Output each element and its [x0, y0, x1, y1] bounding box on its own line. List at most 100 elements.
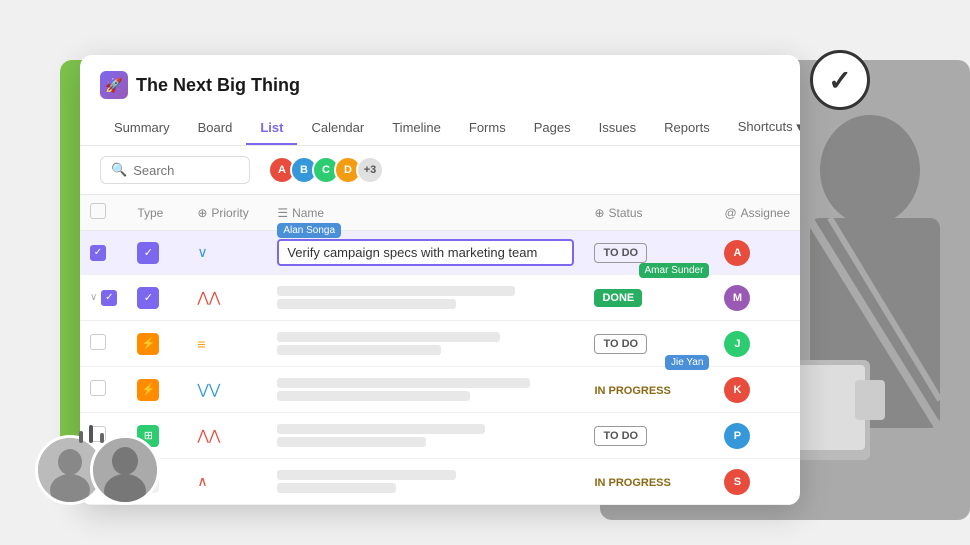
row-type: ✓	[127, 275, 187, 321]
tab-pages[interactable]: Pages	[520, 112, 585, 145]
row-name[interactable]	[267, 275, 584, 321]
name-placeholder	[277, 332, 500, 342]
row-name[interactable]	[267, 459, 584, 505]
table-row: ∨ ✓ ⋀⋀ Amar S	[80, 275, 800, 321]
status-badge-todo[interactable]: TO DO	[594, 426, 647, 446]
row-checkbox[interactable]	[80, 367, 127, 413]
tooltip-alan: Alan Songa	[277, 223, 341, 238]
col-header-status[interactable]: ⊕ Status	[584, 195, 714, 231]
row-name[interactable]: Alan Songa Verify campaign specs with ma…	[267, 231, 584, 275]
priority-icon-down: ∨	[197, 244, 207, 260]
row-checkbox[interactable]	[80, 321, 127, 367]
col-header-checkbox	[80, 195, 127, 231]
tab-reports[interactable]: Reports	[650, 112, 724, 145]
type-icon-task: ✓	[137, 242, 159, 264]
priority-icon-up-double: ⋀⋀	[197, 427, 220, 443]
row-priority: ⋀⋀	[187, 275, 267, 321]
row-name[interactable]	[267, 413, 584, 459]
assignee-avatar-4: K	[724, 377, 750, 403]
row-assignee: M	[714, 275, 800, 321]
app-icon: 🚀	[100, 71, 128, 99]
priority-icon-up: ∧	[197, 473, 207, 489]
name-placeholder	[277, 483, 396, 493]
row-name[interactable]	[267, 367, 584, 413]
task-table: Type ⊕ Priority ☰ Name ⊕ Status @ Assign…	[80, 195, 800, 505]
search-icon: 🔍	[111, 162, 127, 178]
table-row: > ∧ IN PROGRESS	[80, 459, 800, 505]
task-name-input[interactable]: Verify campaign specs with marketing tea…	[277, 239, 574, 266]
status-badge-todo[interactable]: TO DO	[594, 243, 647, 263]
row-1-checkbox[interactable]	[90, 245, 106, 261]
row-status[interactable]: TO DO	[584, 413, 714, 459]
col-header-assignee[interactable]: @ Assignee	[714, 195, 800, 231]
avatars-group: A B C D +3	[268, 156, 384, 184]
status-badge-inprogress[interactable]: IN PROGRESS	[594, 385, 670, 397]
row-priority: ⋁⋁	[187, 367, 267, 413]
name-placeholder	[277, 286, 515, 296]
sound-waves	[78, 425, 105, 443]
type-icon-lightning: ⚡	[137, 333, 159, 355]
select-all-checkbox[interactable]	[90, 203, 106, 219]
row-2-checkbox[interactable]	[101, 290, 117, 306]
app-title-row: 🚀 The Next Big Thing	[100, 71, 780, 99]
row-assignee: S	[714, 459, 800, 505]
assignee-avatar-6: S	[724, 469, 750, 495]
expand-icon[interactable]: ∨	[90, 292, 97, 303]
row-priority: ∧	[187, 459, 267, 505]
assignee-avatar-1: A	[724, 240, 750, 266]
row-4-checkbox[interactable]	[90, 380, 106, 396]
name-placeholder	[277, 299, 455, 309]
name-placeholder	[277, 378, 530, 388]
tab-board[interactable]: Board	[184, 112, 247, 145]
status-badge-done[interactable]: DONE	[594, 289, 642, 307]
row-type: ✓	[127, 231, 187, 275]
search-input[interactable]	[133, 163, 239, 178]
tab-calendar[interactable]: Calendar	[297, 112, 378, 145]
row-status[interactable]: Amar Sunder DONE	[584, 275, 714, 321]
row-priority: ≡	[187, 321, 267, 367]
row-assignee: K	[714, 367, 800, 413]
tab-timeline[interactable]: Timeline	[378, 112, 455, 145]
table-row: ⊞ ⋀⋀ TO DO P	[80, 413, 800, 459]
tab-list[interactable]: List	[246, 112, 297, 145]
name-placeholder	[277, 424, 485, 434]
assignee-avatar-3: J	[724, 331, 750, 357]
tooltip-jie: Jie Yan	[665, 355, 709, 370]
card-header: 🚀 The Next Big Thing Summary Board List …	[80, 55, 800, 146]
row-3-checkbox[interactable]	[90, 334, 106, 350]
name-placeholder	[277, 391, 470, 401]
priority-icon-up: ⋀⋀	[197, 289, 220, 305]
row-assignee: A	[714, 231, 800, 275]
main-card: 🚀 The Next Big Thing Summary Board List …	[80, 55, 800, 505]
row-type: ⚡	[127, 367, 187, 413]
row-checkbox[interactable]: ∨	[80, 275, 127, 321]
status-badge-inprogress[interactable]: IN PROGRESS	[594, 477, 670, 489]
row-type: ⚡	[127, 321, 187, 367]
status-badge-todo[interactable]: TO DO	[594, 334, 647, 354]
col-header-priority[interactable]: ⊕ Priority	[187, 195, 267, 231]
tab-forms[interactable]: Forms	[455, 112, 520, 145]
toolbar: 🔍 A B C D +3	[80, 146, 800, 195]
tooltip-amar: Amar Sunder	[639, 263, 710, 278]
row-status[interactable]: Jie Yan IN PROGRESS	[584, 367, 714, 413]
assignee-avatar-5: P	[724, 423, 750, 449]
row-name[interactable]	[267, 321, 584, 367]
tab-summary[interactable]: Summary	[100, 112, 184, 145]
priority-icon-equal: ≡	[197, 336, 205, 352]
name-placeholder	[277, 437, 426, 447]
row-status[interactable]: IN PROGRESS	[584, 459, 714, 505]
search-box[interactable]: 🔍	[100, 156, 250, 184]
nav-tabs: Summary Board List Calendar Timeline For…	[100, 111, 780, 145]
name-placeholder	[277, 345, 440, 355]
avatar-count: +3	[356, 156, 384, 184]
table-row: ⚡ ⋁⋁ Jie Yan IN PROGRESS	[80, 367, 800, 413]
row-checkbox[interactable]	[80, 231, 127, 275]
row-priority: ∨	[187, 231, 267, 275]
tab-shortcuts[interactable]: Shortcuts ▾	[724, 111, 800, 145]
checkmark-circle	[810, 50, 870, 110]
bottom-avatar-2	[90, 435, 160, 505]
row-priority: ⋀⋀	[187, 413, 267, 459]
type-icon-task: ✓	[137, 287, 159, 309]
row-assignee: J	[714, 321, 800, 367]
tab-issues[interactable]: Issues	[585, 112, 651, 145]
